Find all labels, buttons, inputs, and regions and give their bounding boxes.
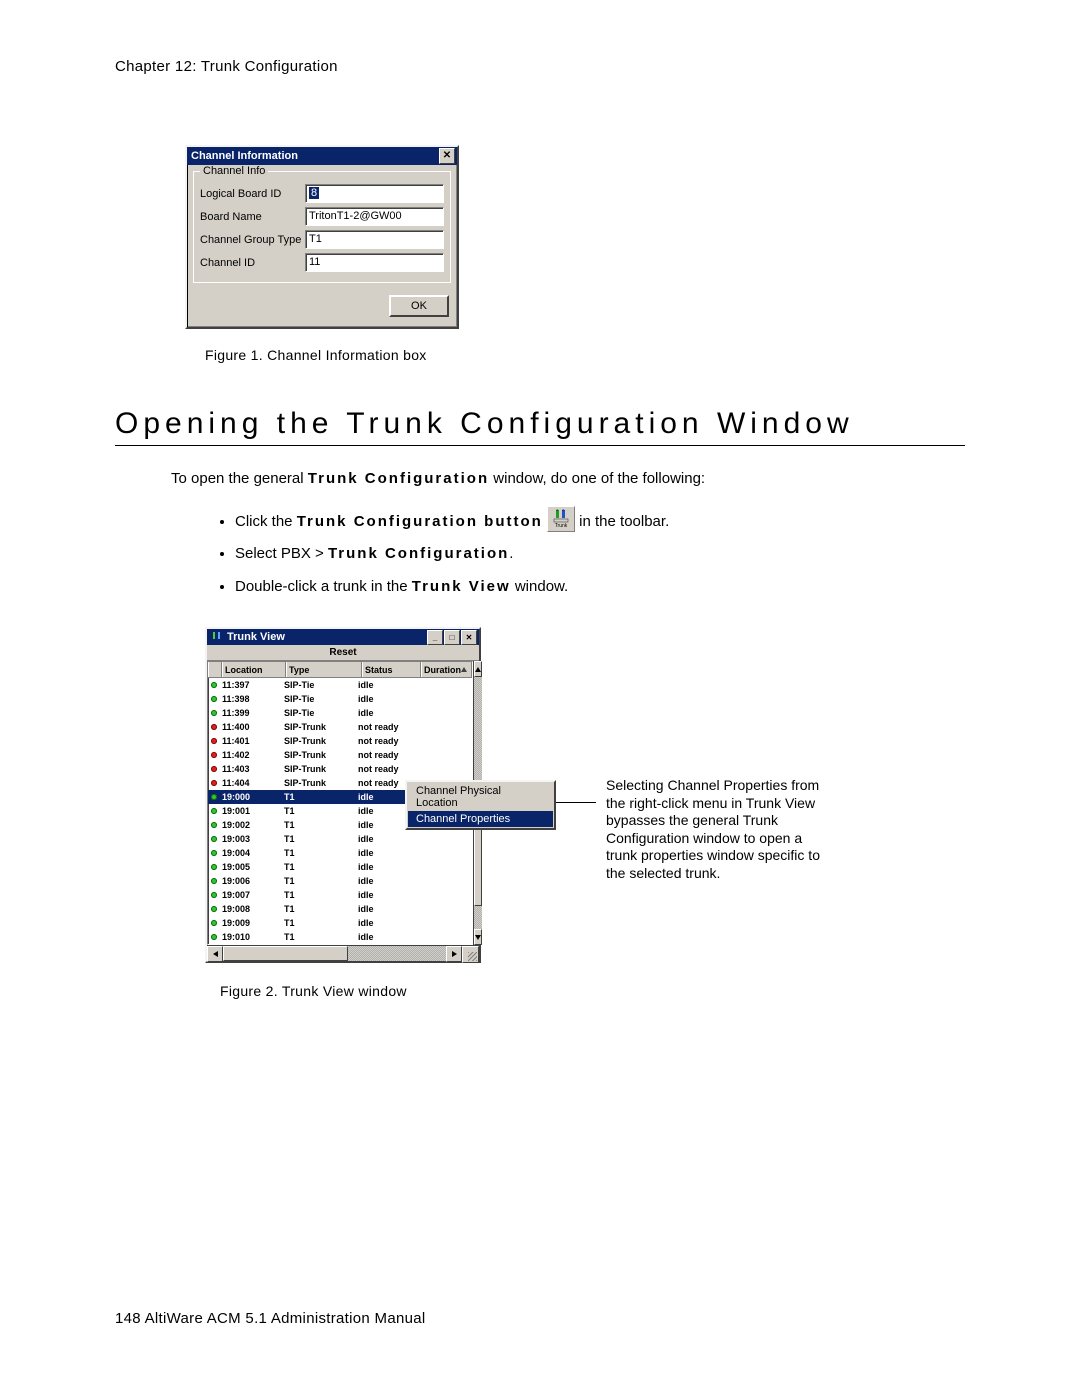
col-location[interactable]: Location <box>222 662 286 677</box>
ctx-channel-physical-location[interactable]: Channel Physical Location <box>408 783 553 811</box>
instruction-list: Click the Trunk Configuration button Tru… <box>195 506 965 602</box>
minimize-icon[interactable]: _ <box>427 630 443 645</box>
figure-1-caption: Figure 1. Channel Information box <box>205 347 965 363</box>
logical-board-id-field[interactable]: 8 <box>305 184 444 203</box>
trunk-view-window-icon <box>210 630 224 644</box>
table-row[interactable]: 19:009T1idle <box>208 916 472 930</box>
ctx-channel-properties[interactable]: Channel Properties <box>408 811 553 827</box>
col-status[interactable]: Status <box>362 662 421 677</box>
close-icon[interactable]: ✕ <box>439 148 455 164</box>
table-row[interactable]: 19:005T1idle <box>208 860 472 874</box>
status-dot-icon <box>211 766 217 772</box>
instruction-item-1: Click the Trunk Configuration button Tru… <box>235 506 965 537</box>
status-dot-icon <box>211 864 217 870</box>
intro-paragraph: To open the general Trunk Configuration … <box>171 468 965 491</box>
status-dot-icon <box>211 724 217 730</box>
instruction-item-3: Double-click a trunk in the Trunk View w… <box>235 573 965 602</box>
maximize-icon[interactable]: □ <box>444 630 460 645</box>
col-duration[interactable]: Duration <box>421 662 472 677</box>
horizontal-scrollbar[interactable] <box>207 945 479 961</box>
status-dot-icon <box>211 738 217 744</box>
table-row[interactable]: 19:003T1idle <box>208 832 472 846</box>
status-dot-icon <box>211 710 217 716</box>
trunk-view-title: Trunk View <box>227 631 285 643</box>
table-row[interactable]: 11:402SIP-Trunknot ready <box>208 748 472 762</box>
dialog-title: Channel Information <box>191 150 439 162</box>
status-dot-icon <box>211 794 217 800</box>
channel-group-type-field[interactable]: T1 <box>305 230 444 249</box>
col-type[interactable]: Type <box>286 662 362 677</box>
board-name-field[interactable]: TritonT1-2@GW00 <box>305 207 444 226</box>
table-row[interactable]: 19:007T1idle <box>208 888 472 902</box>
instruction-item-2: Select PBX > Trunk Configuration. <box>235 540 965 569</box>
trunk-list-header[interactable]: Location Type Status Duration <box>208 662 472 678</box>
table-row[interactable]: 11:403SIP-Trunknot ready <box>208 762 472 776</box>
channel-id-label: Channel ID <box>200 257 305 269</box>
table-row[interactable]: 11:400SIP-Trunknot ready <box>208 720 472 734</box>
status-dot-icon <box>211 892 217 898</box>
status-dot-icon <box>211 878 217 884</box>
status-dot-icon <box>211 682 217 688</box>
context-menu: Channel Physical Location Channel Proper… <box>405 780 556 830</box>
table-row[interactable]: 19:006T1idle <box>208 874 472 888</box>
trunk-config-toolbar-icon[interactable]: Trunk <box>547 506 575 532</box>
annotation-text: Selecting Channel Properties from the ri… <box>606 777 821 882</box>
section-heading: Opening the Trunk Configuration Window <box>115 407 965 441</box>
ok-button[interactable]: OK <box>389 295 449 317</box>
status-dot-icon <box>211 822 217 828</box>
table-row[interactable]: 11:399SIP-Tieidle <box>208 706 472 720</box>
reset-menu-item[interactable]: Reset <box>207 645 479 661</box>
channel-group-type-label: Channel Group Type <box>200 234 305 246</box>
scroll-up-icon[interactable] <box>474 661 482 677</box>
status-dot-icon <box>211 780 217 786</box>
table-row[interactable]: 11:401SIP-Trunknot ready <box>208 734 472 748</box>
status-dot-icon <box>211 752 217 758</box>
table-row[interactable]: 19:008T1idle <box>208 902 472 916</box>
section-rule <box>115 445 965 446</box>
trunk-view-titlebar[interactable]: Trunk View _ □ ✕ <box>207 629 479 645</box>
status-dot-icon <box>211 920 217 926</box>
status-dot-icon <box>211 808 217 814</box>
resize-grip-icon[interactable] <box>462 946 479 963</box>
channel-info-groupbox: Channel Info Logical Board ID 8 Board Na… <box>193 171 451 283</box>
table-row[interactable]: 11:398SIP-Tieidle <box>208 692 472 706</box>
dialog-titlebar[interactable]: Channel Information ✕ <box>187 147 457 165</box>
figure-2-caption: Figure 2. Trunk View window <box>220 983 965 999</box>
channel-information-dialog: Channel Information ✕ Channel Info Logic… <box>185 145 459 329</box>
status-dot-icon <box>211 836 217 842</box>
table-row[interactable]: 19:010T1idle <box>208 930 472 944</box>
annotation-connector <box>556 802 596 803</box>
status-dot-icon <box>211 934 217 940</box>
status-dot-icon <box>211 696 217 702</box>
logical-board-id-label: Logical Board ID <box>200 188 305 200</box>
status-dot-icon <box>211 906 217 912</box>
channel-id-field[interactable]: 11 <box>305 253 444 272</box>
running-header: Chapter 12: Trunk Configuration <box>115 58 965 75</box>
board-name-label: Board Name <box>200 211 305 223</box>
close-icon[interactable]: ✕ <box>461 630 477 645</box>
scroll-down-icon[interactable] <box>474 929 482 945</box>
groupbox-legend: Channel Info <box>200 165 268 177</box>
scroll-left-icon[interactable] <box>207 946 223 962</box>
scroll-right-icon[interactable] <box>446 946 462 962</box>
page-footer: 148 AltiWare ACM 5.1 Administration Manu… <box>115 1310 426 1327</box>
hscroll-thumb[interactable] <box>223 946 348 961</box>
table-row[interactable]: 11:397SIP-Tieidle <box>208 678 472 692</box>
table-row[interactable]: 19:004T1idle <box>208 846 472 860</box>
sort-icon <box>461 667 467 672</box>
status-dot-icon <box>211 850 217 856</box>
